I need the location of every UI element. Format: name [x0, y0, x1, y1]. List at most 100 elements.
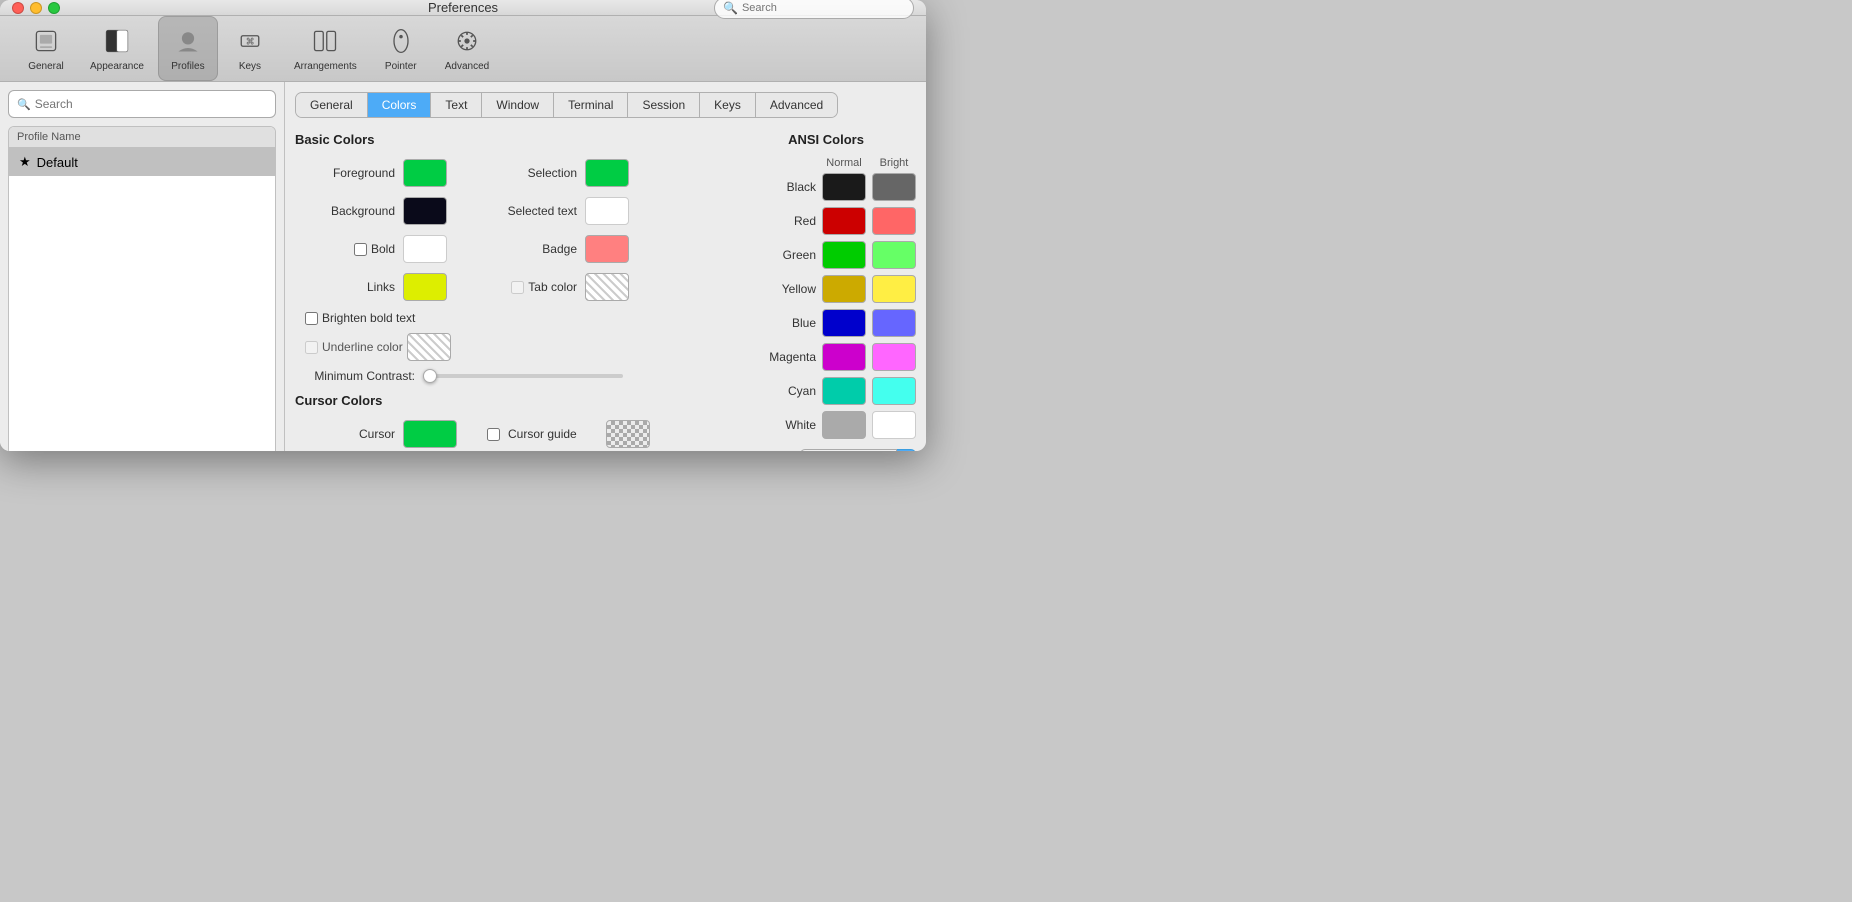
tab-terminal[interactable]: Terminal	[554, 93, 628, 117]
arrangements-icon	[309, 25, 341, 57]
foreground-swatch[interactable]	[403, 159, 447, 187]
ansi-red-normal[interactable]	[822, 207, 866, 235]
cursor-label: Cursor	[295, 427, 395, 441]
ansi-cyan-normal[interactable]	[822, 377, 866, 405]
star-icon: ★	[19, 154, 31, 170]
ansi-white-bright[interactable]	[872, 411, 916, 439]
brighten-bold-label: Brighten bold text	[322, 311, 415, 325]
ansi-black-label: Black	[736, 180, 816, 194]
selected-text-row: Selected text	[477, 197, 629, 225]
background-label: Background	[295, 204, 395, 218]
pointer-icon	[385, 25, 417, 57]
ansi-magenta-normal[interactable]	[822, 343, 866, 371]
toolbar-item-keys[interactable]: ⌘ Keys	[220, 17, 280, 80]
ansi-blue-label: Blue	[736, 316, 816, 330]
tab-color-checkbox[interactable]	[511, 281, 524, 294]
tab-window[interactable]: Window	[482, 93, 554, 117]
ansi-white-label: White	[736, 418, 816, 432]
ansi-green-normal[interactable]	[822, 241, 866, 269]
close-button[interactable]	[12, 2, 24, 14]
search-input[interactable]	[742, 2, 905, 14]
basic-cursor-colors: Basic Colors Foreground Background	[295, 132, 696, 451]
foreground-label: Foreground	[295, 166, 395, 180]
ansi-white-normal[interactable]	[822, 411, 866, 439]
profiles-list: Profile Name ★ Default	[8, 126, 276, 451]
bold-checkbox[interactable]	[354, 243, 367, 256]
tab-general[interactable]: General	[296, 93, 368, 117]
toolbar-item-arrangements[interactable]: Arrangements	[282, 17, 369, 80]
underline-color-swatch	[407, 333, 451, 361]
ansi-red-bright[interactable]	[872, 207, 916, 235]
minimize-button[interactable]	[30, 2, 42, 14]
color-presets-button[interactable]: Color Presets...	[800, 449, 898, 451]
cursor-guide-checkbox[interactable]	[487, 428, 500, 441]
toolbar: General Appearance Profiles	[0, 16, 926, 82]
bright-header: Bright	[872, 157, 916, 169]
appearance-label: Appearance	[90, 61, 144, 72]
profiles-list-header: Profile Name	[9, 127, 275, 148]
profile-tabs: General Colors Text Window Terminal Sess…	[295, 92, 838, 118]
ansi-yellow-label: Yellow	[736, 282, 816, 296]
links-swatch[interactable]	[403, 273, 447, 301]
ansi-black-bright[interactable]	[872, 173, 916, 201]
toolbar-item-advanced[interactable]: Advanced	[433, 17, 501, 80]
brighten-bold-checkbox[interactable]	[305, 312, 318, 325]
badge-swatch[interactable]	[585, 235, 629, 263]
minimum-contrast-row: Minimum Contrast:	[295, 369, 696, 383]
tab-colors[interactable]: Colors	[368, 93, 432, 117]
selection-label: Selection	[477, 166, 577, 180]
toolbar-item-appearance[interactable]: Appearance	[78, 17, 156, 80]
advanced-label: Advanced	[445, 61, 489, 72]
selection-swatch[interactable]	[585, 159, 629, 187]
titlebar-search[interactable]: 🔍	[714, 0, 914, 19]
foreground-row: Foreground	[295, 159, 447, 187]
ansi-yellow-bright[interactable]	[872, 275, 916, 303]
ansi-cyan-bright[interactable]	[872, 377, 916, 405]
ansi-black-normal[interactable]	[822, 173, 866, 201]
normal-header: Normal	[822, 157, 866, 169]
color-presets-dropdown-button[interactable]: ▾	[897, 449, 916, 451]
sidebar-search-box[interactable]: 🔍	[8, 90, 276, 118]
toolbar-item-profiles[interactable]: Profiles	[158, 16, 218, 81]
ansi-red-label: Red	[736, 214, 816, 228]
badge-row: Badge	[477, 235, 629, 263]
ansi-yellow-normal[interactable]	[822, 275, 866, 303]
ansi-colors-title: ANSI Colors	[736, 132, 916, 147]
cursor-guide-row: Cursor guide	[487, 420, 650, 448]
titlebar: Preferences 🔍	[0, 0, 926, 16]
profile-item-default[interactable]: ★ Default	[9, 148, 275, 176]
ansi-blue-bright[interactable]	[872, 309, 916, 337]
selected-text-label: Selected text	[477, 204, 577, 218]
ansi-sub-headers: Normal Bright	[736, 157, 916, 169]
toolbar-item-general[interactable]: General	[16, 17, 76, 80]
tab-color-row: Tab color	[477, 273, 629, 301]
tab-advanced[interactable]: Advanced	[756, 93, 837, 117]
toolbar-item-pointer[interactable]: Pointer	[371, 17, 431, 80]
content-panel: General Colors Text Window Terminal Sess…	[285, 82, 926, 451]
traffic-lights	[12, 2, 60, 14]
ansi-blue-normal[interactable]	[822, 309, 866, 337]
bold-swatch[interactable]	[403, 235, 447, 263]
cursor-swatch[interactable]	[403, 420, 457, 448]
sidebar-search-input[interactable]	[35, 97, 267, 111]
background-swatch[interactable]	[403, 197, 447, 225]
minimum-contrast-slider[interactable]	[423, 374, 623, 378]
bold-row: Bold	[295, 235, 447, 263]
ansi-green-bright[interactable]	[872, 241, 916, 269]
tab-color-label: Tab color	[528, 280, 577, 294]
tab-color-swatch	[585, 273, 629, 301]
cursor-colors-left-col: Cursor Cursor text	[295, 420, 457, 451]
tab-text[interactable]: Text	[431, 93, 482, 117]
basic-colors-right-col: Selection Selected text Badge	[477, 159, 629, 311]
ansi-magenta-bright[interactable]	[872, 343, 916, 371]
tab-keys[interactable]: Keys	[700, 93, 756, 117]
underline-color-label: Underline color	[322, 340, 403, 354]
selected-text-swatch[interactable]	[585, 197, 629, 225]
ansi-magenta-label: Magenta	[736, 350, 816, 364]
general-icon	[30, 25, 62, 57]
ansi-colors-section: ANSI Colors Normal Bright Black Red	[736, 132, 916, 451]
underline-color-checkbox[interactable]	[305, 341, 318, 354]
zoom-button[interactable]	[48, 2, 60, 14]
tab-session[interactable]: Session	[628, 93, 700, 117]
cursor-guide-swatch[interactable]	[606, 420, 650, 448]
